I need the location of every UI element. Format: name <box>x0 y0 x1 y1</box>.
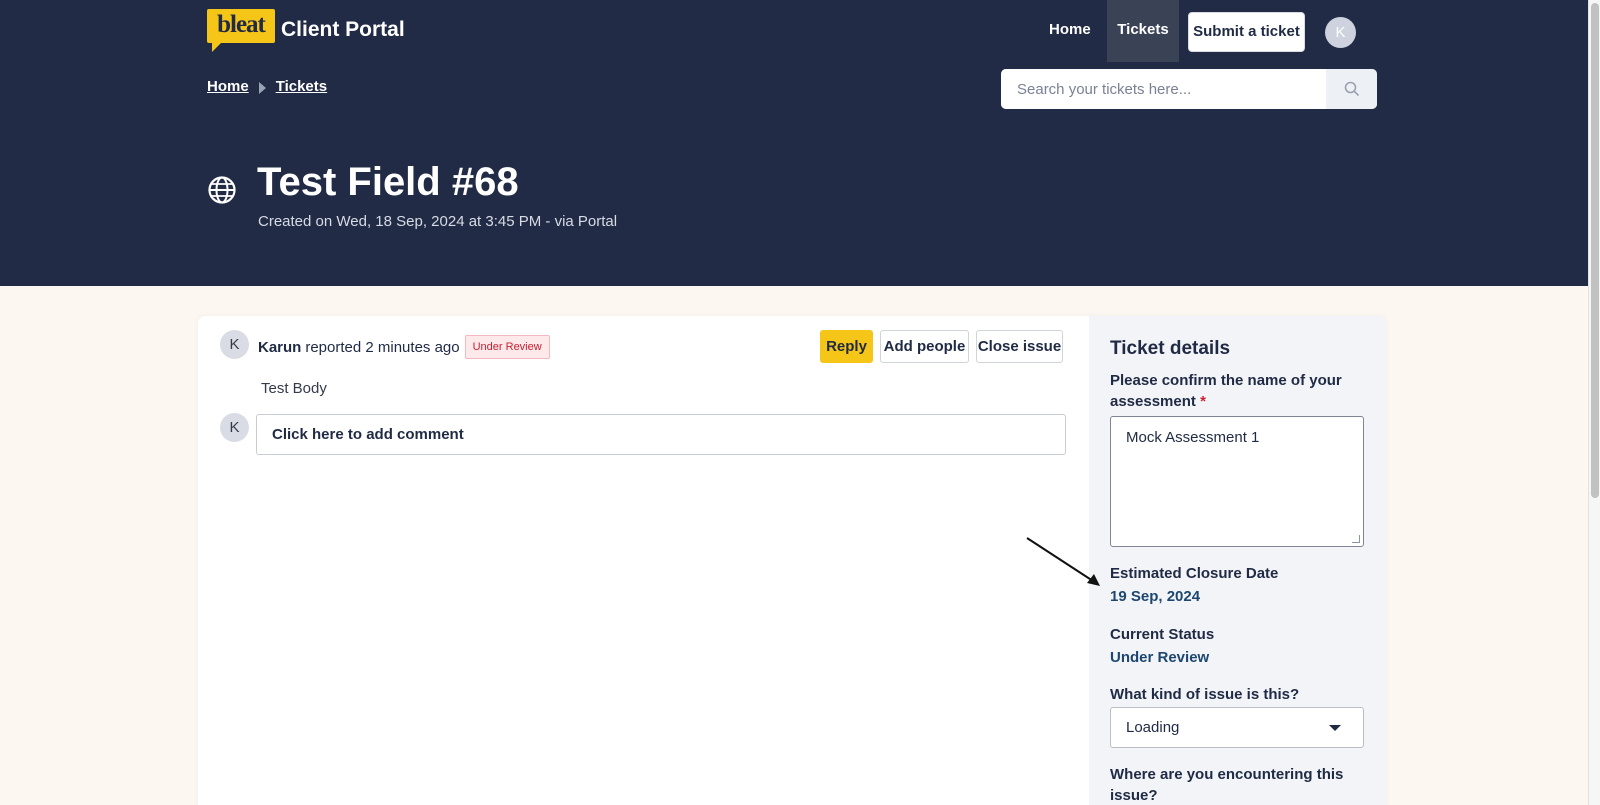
ticket-details-panel: Ticket details Please confirm the name o… <box>1089 316 1386 805</box>
nav-tickets[interactable]: Tickets <box>1107 0 1179 62</box>
reporter-avatar: K <box>220 330 249 359</box>
page-scrollbar[interactable] <box>1588 0 1600 805</box>
globe-icon <box>208 176 236 204</box>
ticket-card: K Karun reported 2 minutes ago Under Rev… <box>198 316 1386 805</box>
nav-home[interactable]: Home <box>1049 21 1091 38</box>
breadcrumb-separator-icon <box>258 82 266 94</box>
issue-location-label: Where are you encountering this issue? * <box>1110 764 1370 805</box>
breadcrumb-home[interactable]: Home <box>207 78 249 95</box>
current-status-label: Current Status <box>1110 626 1215 643</box>
reply-button[interactable]: Reply <box>820 330 873 363</box>
reported-time: reported 2 minutes ago <box>305 338 460 356</box>
issue-kind-label: What kind of issue is this? <box>1110 686 1300 703</box>
breadcrumb: Home Tickets <box>207 78 327 95</box>
scrollbar-thumb[interactable] <box>1591 3 1599 498</box>
current-status-value: Under Review <box>1110 649 1210 666</box>
submit-ticket-button[interactable]: Submit a ticket <box>1188 12 1305 52</box>
ticket-title: Test Field #68 <box>257 160 519 204</box>
assessment-label: Please confirm the name of your assessme… <box>1110 370 1370 412</box>
search-icon <box>1344 81 1359 97</box>
resize-handle-icon[interactable] <box>1352 535 1360 543</box>
ticket-body: Test Body <box>261 380 327 397</box>
add-people-button[interactable]: Add people <box>880 330 969 363</box>
ticket-created-info: Created on Wed, 18 Sep, 2024 at 3:45 PM … <box>258 213 618 230</box>
required-marker: * <box>1200 393 1206 410</box>
top-header: bleat Client Portal Home Tickets Submit … <box>0 0 1588 286</box>
chevron-down-icon <box>1329 725 1341 731</box>
issue-kind-value: Loading <box>1126 719 1180 736</box>
assessment-label-text: Please confirm the name of your assessme… <box>1110 372 1342 410</box>
status-badge: Under Review <box>464 335 550 359</box>
search-button[interactable] <box>1326 69 1377 109</box>
add-comment-field[interactable]: Click here to add comment <box>256 414 1066 455</box>
portal-name[interactable]: Client Portal <box>281 18 405 42</box>
assessment-textarea[interactable]: Mock Assessment 1 <box>1110 416 1364 547</box>
annotation-arrow-icon <box>1026 537 1100 586</box>
search-input[interactable] <box>1001 69 1327 109</box>
bleat-logo[interactable]: bleat <box>207 9 275 52</box>
reporter-line: Karun reported 2 minutes ago Under Revie… <box>258 335 550 359</box>
closure-date-value: 19 Sep, 2024 <box>1110 588 1201 605</box>
user-avatar[interactable]: K <box>1325 17 1356 48</box>
issue-location-label-text: Where are you encountering this issue? <box>1110 766 1344 804</box>
commenter-avatar: K <box>220 413 249 442</box>
reporter-name: Karun <box>258 338 302 356</box>
breadcrumb-tickets[interactable]: Tickets <box>276 78 327 95</box>
close-issue-button[interactable]: Close issue <box>976 330 1063 363</box>
ticket-details-heading: Ticket details <box>1110 338 1231 359</box>
closure-date-label: Estimated Closure Date <box>1110 565 1279 582</box>
search-bar <box>1001 69 1377 109</box>
issue-kind-select[interactable]: Loading <box>1110 707 1364 748</box>
